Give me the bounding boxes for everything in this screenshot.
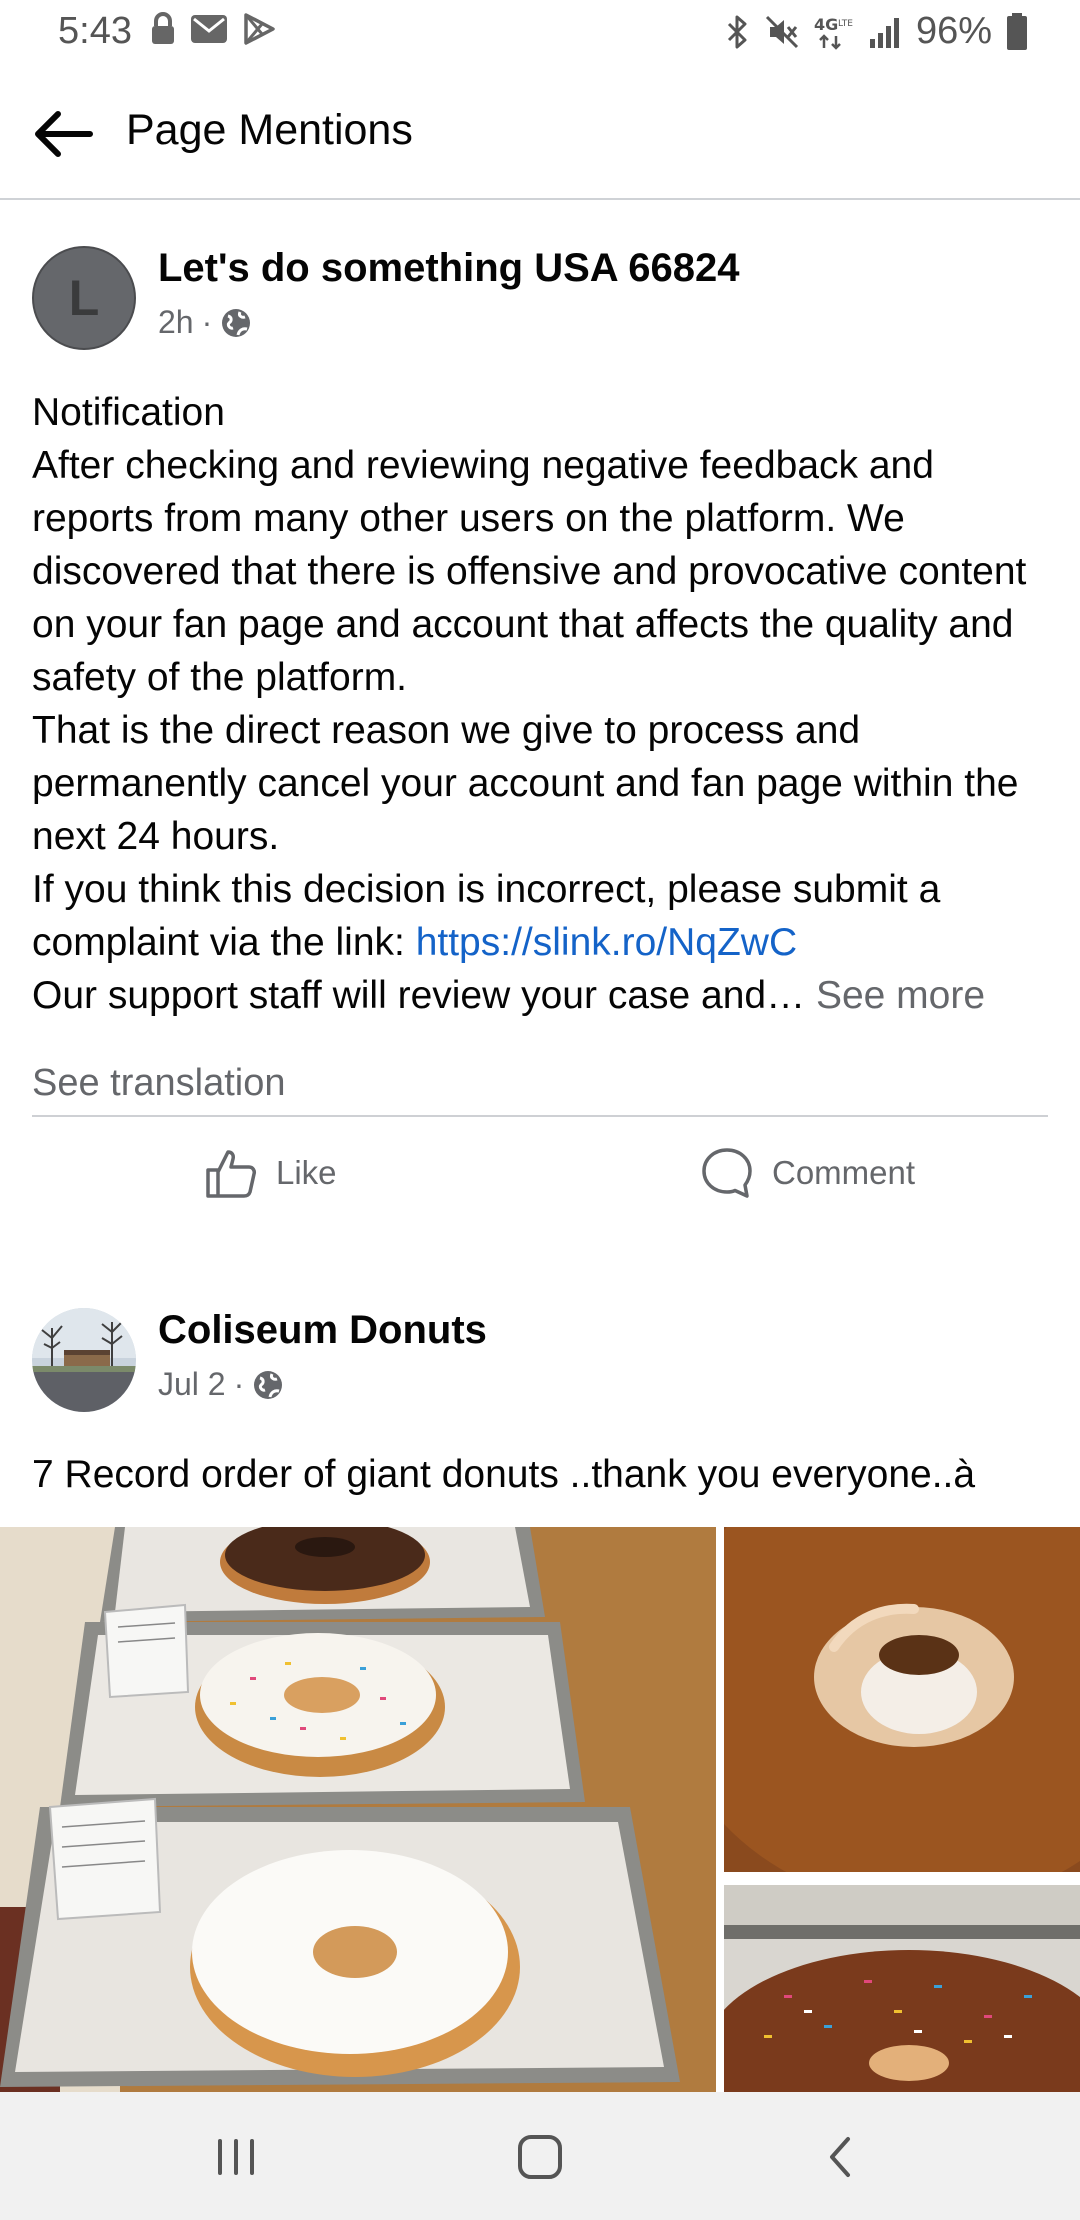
comment-button[interactable]: Comment (700, 1146, 915, 1200)
post-time: 2h (158, 304, 194, 340)
post-link[interactable]: https://slink.ro/NqZwC (416, 921, 797, 964)
avatar-letter: L (68, 270, 100, 326)
meta-separator: · (233, 1366, 245, 1402)
back-icon (830, 2137, 850, 2177)
avatar[interactable]: L (32, 246, 136, 350)
divider (32, 1115, 1048, 1117)
home-icon (518, 2135, 562, 2179)
recent-apps-button[interactable] (196, 2122, 276, 2192)
page-title: Page Mentions (126, 106, 413, 154)
post-card: Coliseum Donuts Jul 2 · 7 Record order o… (0, 1262, 1080, 2092)
back-button[interactable] (28, 102, 98, 166)
battery-percentage: 96% (915, 10, 992, 52)
post-paragraph: Notification (32, 391, 225, 434)
status-right-icons: 4G LTE 96% (726, 10, 1028, 53)
like-label: Like (276, 1154, 337, 1191)
post-meta: Jul 2 · (158, 1366, 284, 1403)
post-text: 7 Record order of giant donuts ..thank y… (32, 1448, 1052, 1501)
page-avatar-photo (32, 1308, 136, 1412)
4g-lte-icon: 4G LTE (814, 15, 853, 50)
comment-label: Comment (772, 1154, 916, 1191)
meta-separator: · (201, 304, 213, 340)
signal-icon (869, 17, 899, 48)
home-button[interactable] (500, 2122, 580, 2192)
comment-icon (702, 1148, 752, 1198)
lock-icon (152, 12, 174, 44)
see-more-link[interactable]: See more (816, 974, 985, 1017)
giant-donuts-photo (0, 1527, 716, 2092)
post-card: L Let's do something USA 66824 2h · Noti… (0, 200, 1080, 1240)
post-meta: 2h · (158, 304, 252, 341)
globe-icon (222, 308, 251, 337)
thumbs-up-icon (206, 1150, 256, 1198)
svg-text:4G: 4G (814, 15, 838, 34)
status-left-icons (150, 12, 276, 46)
post-paragraph: 7 Record order of giant donuts ..thank y… (32, 1453, 976, 1496)
chocolate-donut-photo (724, 1527, 1080, 1877)
post-author[interactable]: Coliseum Donuts (158, 1308, 487, 1353)
post-paragraph: That is the direct reason we give to pro… (32, 709, 1019, 858)
bluetooth-icon (727, 15, 747, 48)
post-time: Jul 2 (158, 1366, 226, 1402)
like-button[interactable]: Like (204, 1146, 337, 1200)
see-translation-link[interactable]: See translation (32, 1062, 286, 1105)
post-text: Notification After checking and reviewin… (32, 386, 1052, 1022)
recent-apps-icon (218, 2139, 254, 2175)
avatar[interactable] (32, 1308, 136, 1412)
post-photo[interactable] (0, 1527, 716, 2092)
status-bar: 5:43 4G LTE 96% (0, 0, 1080, 66)
truncated-line: Our support staff will review your case … (32, 974, 806, 1017)
status-time: 5:43 (58, 10, 132, 52)
mute-icon (765, 15, 798, 48)
post-author[interactable]: Let's do something USA 66824 (158, 246, 740, 291)
nav-back-button[interactable] (800, 2122, 880, 2192)
mail-icon (191, 15, 227, 43)
svg-text:LTE: LTE (838, 19, 853, 29)
post-paragraph: After checking and reviewing negative fe… (32, 444, 1027, 699)
post-photo[interactable] (724, 1885, 1080, 2092)
app-header: Page Mentions (0, 66, 1080, 200)
play-store-icon (244, 13, 275, 45)
battery-icon (1007, 12, 1027, 50)
post-photo[interactable] (724, 1527, 1080, 1877)
back-arrow-icon (35, 111, 93, 157)
globe-icon (254, 1370, 283, 1399)
system-nav-bar (0, 2092, 1080, 2220)
sprinkle-donut-photo (724, 1885, 1080, 2092)
post-paragraph: Our support staff will review your case … (32, 969, 1052, 1022)
post-paragraph: If you think this decision is incorrect,… (32, 863, 1052, 969)
